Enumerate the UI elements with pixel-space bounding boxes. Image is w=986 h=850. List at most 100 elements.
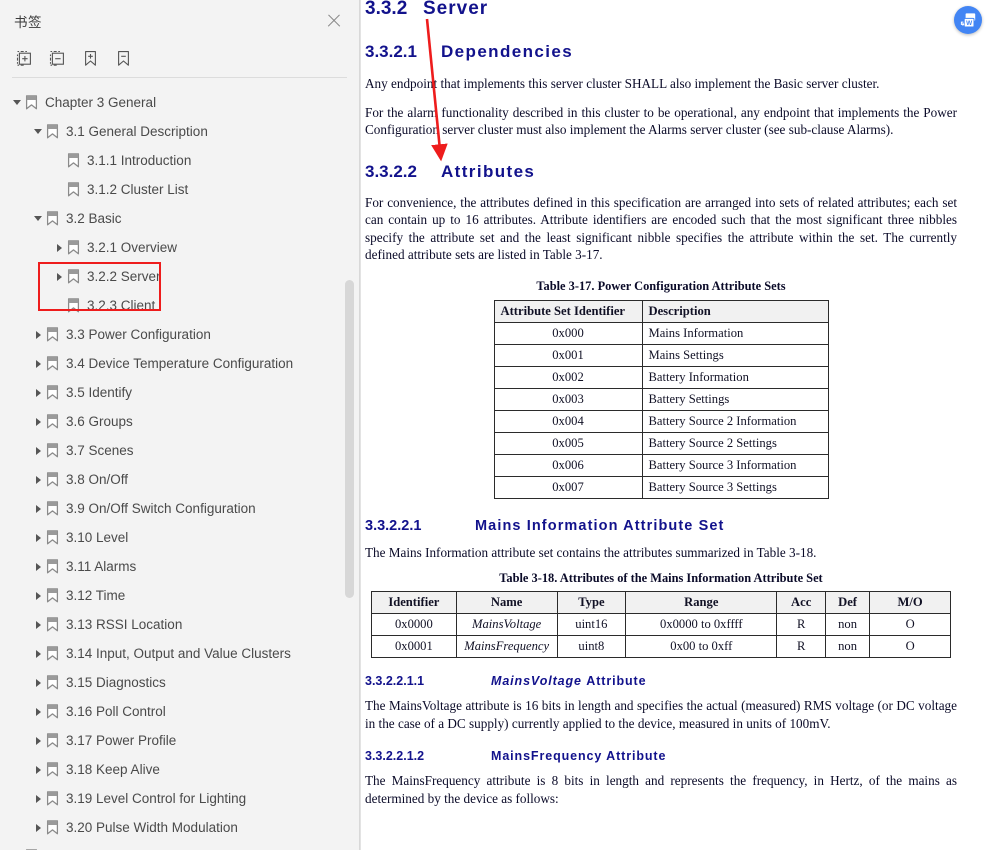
bookmark-tree-item[interactable]: 3.9 On/Off Switch Configuration [0, 494, 359, 523]
chevron-right-icon[interactable] [33, 764, 45, 776]
heading-3-3-2-2-1-1-title-italic: MainsVoltage [491, 674, 582, 688]
expand-all-icon[interactable] [12, 47, 36, 69]
pdf-to-word-convert-button[interactable]: W [954, 6, 982, 34]
chevron-right-icon[interactable] [33, 590, 45, 602]
heading-3-3-2-2-1-2: 3.3.2.2.1.2 MainsFrequency Attribute [365, 749, 957, 763]
chevron-right-icon[interactable] [33, 329, 45, 341]
chevron-right-icon[interactable] [33, 416, 45, 428]
bookmark-tree-item[interactable]: 3.12 Time [0, 581, 359, 610]
chevron-right-icon[interactable] [33, 474, 45, 486]
chevron-right-icon[interactable] [33, 735, 45, 747]
bookmark-tree-item[interactable]: 3.7 Scenes [0, 436, 359, 465]
bookmark-tree-item[interactable]: 3.20 Pulse Width Modulation [0, 813, 359, 842]
bookmark-tree-item[interactable]: 3.4 Device Temperature Configuration [0, 349, 359, 378]
bookmark-icon [46, 500, 60, 517]
table-row: 0x001 Mains Settings [493, 343, 829, 367]
bookmarks-scrollbar-thumb[interactable] [345, 280, 354, 598]
chevron-right-icon[interactable] [33, 793, 45, 805]
heading-3-3-2-2-1-number: 3.3.2.2.1 [365, 517, 422, 534]
bookmarks-toolbar [0, 42, 359, 74]
bookmark-tree-item[interactable]: 3.2.3 Client [0, 291, 359, 320]
heading-3-3-2-2-1-1-title: MainsVoltage Attribute [491, 674, 646, 688]
bookmark-tree-item[interactable]: 3.8 On/Off [0, 465, 359, 494]
bookmark-tree-item[interactable]: 3.2 Basic [0, 204, 359, 233]
chevron-down-icon[interactable] [12, 97, 24, 109]
chevron-right-icon[interactable] [33, 706, 45, 718]
chevron-down-icon[interactable] [33, 126, 45, 138]
chevron-right-icon[interactable] [54, 271, 66, 283]
bookmark-tree-item[interactable]: 3.2.1 Overview [0, 233, 359, 262]
bookmark-tree-item[interactable]: 3.1.1 Introduction [0, 146, 359, 175]
table-cell: non [824, 613, 871, 636]
table-cell: MainsVoltage [455, 613, 558, 636]
close-icon[interactable] [323, 10, 345, 32]
bookmark-icon [46, 355, 60, 372]
bookmark-item-label: 3.17 Power Profile [66, 732, 177, 748]
bookmark-tree-item[interactable]: 3.13 RSSI Location [0, 610, 359, 639]
chevron-right-icon[interactable] [33, 619, 45, 631]
bookmark-item-label: 3.4 Device Temperature Configuration [66, 355, 294, 371]
bookmark-item-label: 3.2.3 Client [87, 297, 156, 313]
chevron-right-icon[interactable] [33, 503, 45, 515]
document-viewer[interactable]: 3.3.2 Server 3.3.2.1 Dependencies Any en… [360, 0, 986, 850]
chevron-right-icon[interactable] [54, 242, 66, 254]
chevron-right-icon[interactable] [33, 387, 45, 399]
chevron-right-icon[interactable] [33, 648, 45, 660]
heading-3-3-2-2-1-title: Mains Information Attribute Set [475, 517, 725, 534]
bookmark-tree-item[interactable]: 3.19 Level Control for Lighting [0, 784, 359, 813]
heading-3-3-2-2-number: 3.3.2.2 [365, 161, 417, 181]
chevron-right-icon[interactable] [33, 561, 45, 573]
chevron-right-icon[interactable] [33, 532, 45, 544]
bookmark-item-label: 3.19 Level Control for Lighting [66, 790, 247, 806]
bookmark-tree-item[interactable]: Chapter 4 Measurement and Sensing [0, 842, 359, 850]
chevron-right-icon[interactable] [33, 358, 45, 370]
bookmark-icon [46, 558, 60, 575]
bookmark-tree-item[interactable]: 3.11 Alarms [0, 552, 359, 581]
bookmark-tree-item[interactable]: 3.2.2 Server [0, 262, 359, 291]
add-bookmark-icon[interactable] [78, 47, 102, 69]
heading-3-3-2-2-title: Attributes [441, 161, 536, 181]
chevron-down-icon[interactable] [33, 213, 45, 225]
table-cell: 0x0000 to 0xffff [625, 613, 778, 636]
table-cell: 0x000 [493, 321, 643, 345]
table-cell: Mains Settings [641, 343, 829, 367]
bookmark-tree-item[interactable]: 3.10 Level [0, 523, 359, 552]
bookmark-tree-item[interactable]: 3.1.2 Cluster List [0, 175, 359, 204]
bookmark-tree-item[interactable]: Chapter 3 General [0, 88, 359, 117]
table-cell: Battery Source 2 Information [641, 409, 829, 433]
bookmark-tree-item[interactable]: 3.14 Input, Output and Value Clusters [0, 639, 359, 668]
collapse-all-icon[interactable] [45, 47, 69, 69]
table-cell: 0x004 [493, 409, 643, 433]
table-row: 0x006 Battery Source 3 Information [493, 453, 829, 477]
chevron-right-icon[interactable] [33, 822, 45, 834]
bookmark-tree-item[interactable]: 3.18 Keep Alive [0, 755, 359, 784]
bookmark-icon [67, 268, 81, 285]
bookmark-item-label: 3.2 Basic [66, 210, 122, 226]
bookmark-tree-item[interactable]: 3.5 Identify [0, 378, 359, 407]
heading-3-3-2-title: Server [423, 0, 489, 19]
bookmark-item-label: 3.11 Alarms [66, 558, 137, 574]
pdf-reader-window: 书签 Chapter 3 General 3.1 General Descrip… [0, 0, 986, 850]
remove-bookmark-icon[interactable] [111, 47, 135, 69]
bookmark-icon [46, 384, 60, 401]
bookmark-tree-item[interactable]: 3.17 Power Profile [0, 726, 359, 755]
bookmark-icon [46, 790, 60, 807]
bookmark-icon [46, 587, 60, 604]
bookmark-tree-item[interactable]: 3.1 General Description [0, 117, 359, 146]
table-row: 0x005 Battery Source 2 Settings [493, 431, 829, 455]
bookmark-tree-item[interactable]: 3.3 Power Configuration [0, 320, 359, 349]
heading-3-3-2-1-title: Dependencies [441, 42, 574, 61]
table-row: 0x007 Battery Source 3 Settings [493, 475, 829, 499]
bookmark-icon [46, 123, 60, 140]
bookmark-tree-item[interactable]: 3.16 Poll Control [0, 697, 359, 726]
chevron-right-icon[interactable] [33, 445, 45, 457]
bookmarks-scrollbar-track[interactable] [345, 82, 357, 850]
table-cell: 0x007 [493, 475, 643, 499]
bookmark-icon [46, 326, 60, 343]
paragraph-mainsvoltage: The MainsVoltage attribute is 16 bits in… [365, 698, 957, 731]
bookmark-tree-item[interactable]: 3.15 Diagnostics [0, 668, 359, 697]
chevron-right-icon[interactable] [33, 677, 45, 689]
bookmark-tree-item[interactable]: 3.6 Groups [0, 407, 359, 436]
paragraph-mains-info-set: The Mains Information attribute set cont… [365, 544, 817, 560]
